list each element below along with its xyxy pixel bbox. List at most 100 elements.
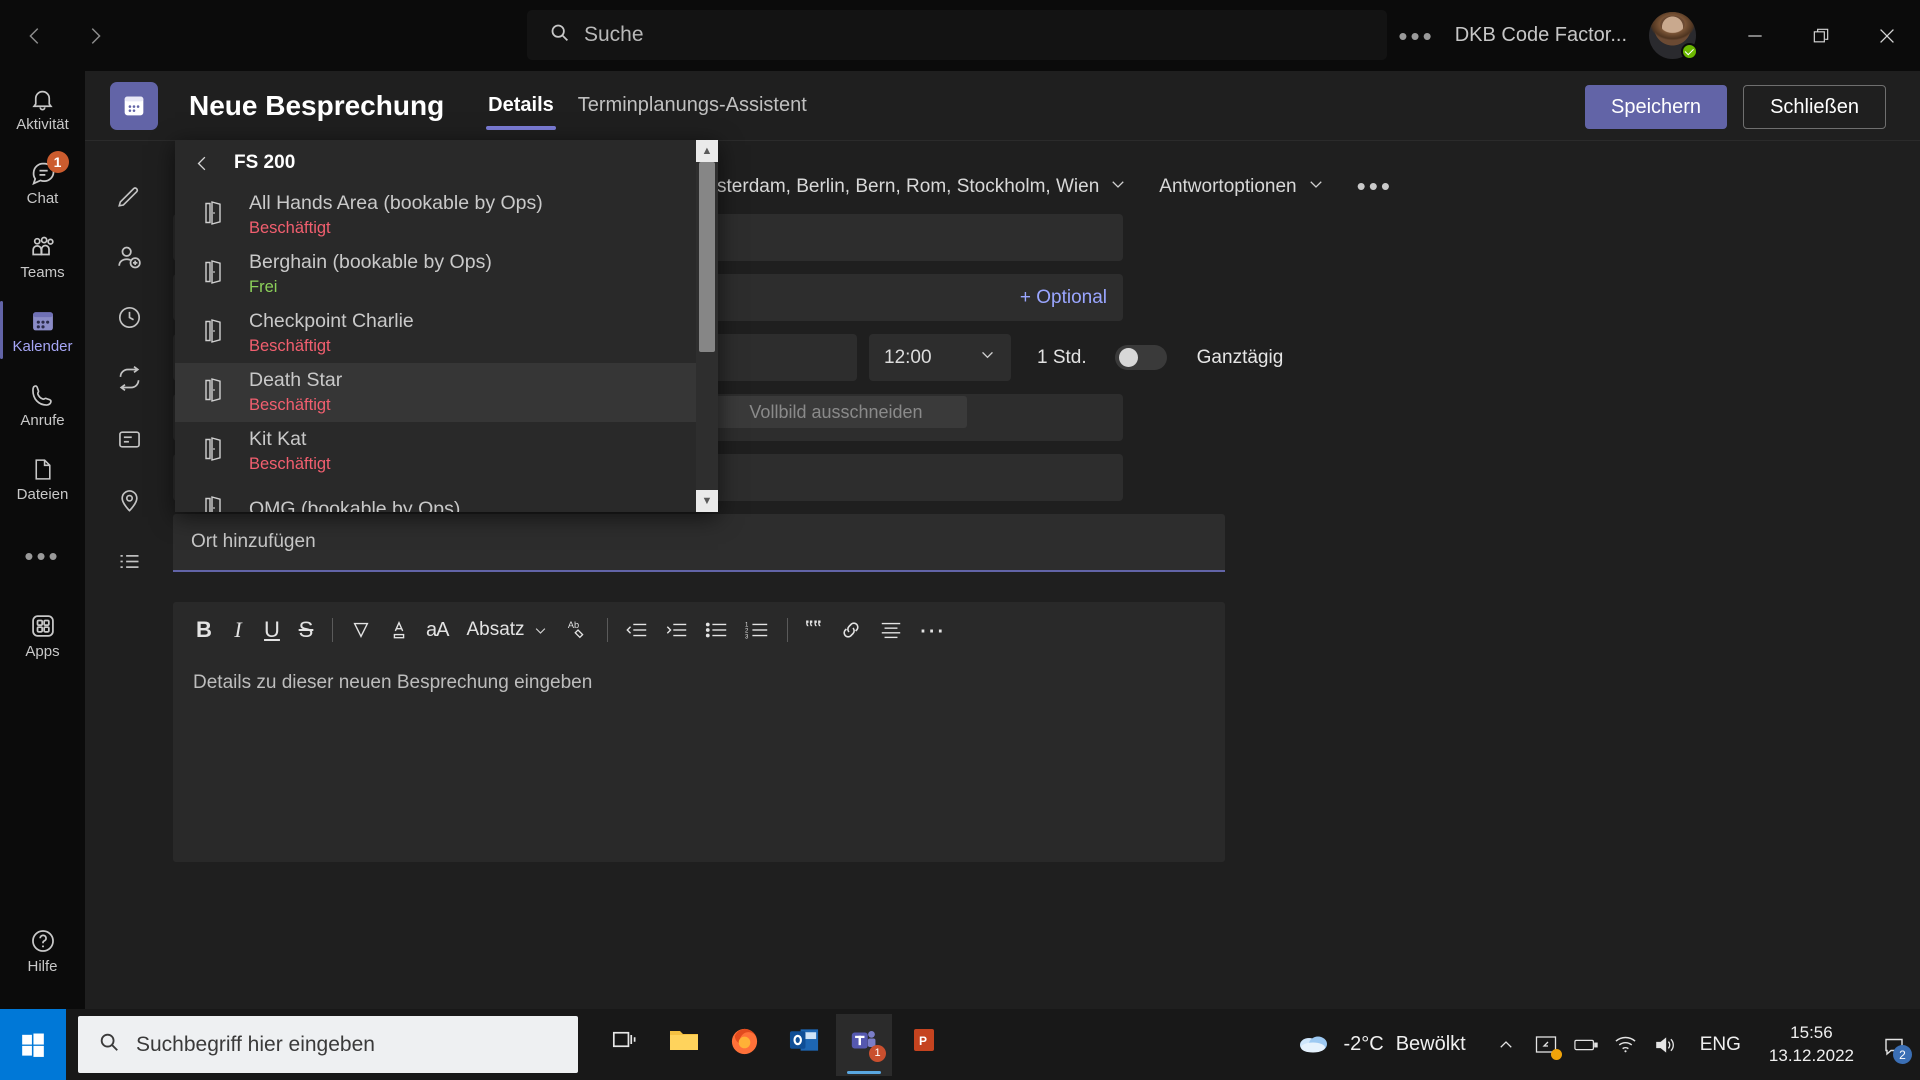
italic-button[interactable]: I: [221, 610, 255, 650]
show-hidden-icons-icon[interactable]: [1486, 1009, 1526, 1080]
description-textarea[interactable]: Details zu dieser neuen Besprechung eing…: [173, 658, 1225, 708]
taskbar-search-input[interactable]: Suchbegriff hier eingeben: [78, 1016, 578, 1073]
calendar-icon: [29, 305, 57, 335]
clock-date: 13.12.2022: [1768, 1045, 1854, 1065]
restore-button[interactable]: [1788, 0, 1854, 71]
phone-icon: [29, 379, 56, 409]
bold-button[interactable]: B: [187, 610, 221, 650]
presence-available-icon: [1681, 43, 1698, 60]
list-item[interactable]: Death Star Beschäftigt: [175, 363, 718, 422]
repeat-icon: [116, 348, 143, 409]
question-circle-icon: [29, 925, 57, 955]
list-item[interactable]: Checkpoint Charlie Beschäftigt: [175, 304, 718, 363]
allday-toggle[interactable]: [1114, 345, 1167, 370]
teams-icon: [28, 231, 58, 261]
list-item[interactable]: All Hands Area (bookable by Ops) Beschäf…: [175, 186, 718, 245]
forward-button[interactable]: [78, 19, 112, 53]
add-optional-attendees-button[interactable]: + Optional: [1020, 287, 1107, 309]
description-placeholder: Details zu dieser neuen Besprechung eing…: [193, 672, 593, 693]
bulleted-list-icon[interactable]: [697, 610, 737, 650]
sidebar-item-hilfe[interactable]: Hilfe: [0, 913, 85, 987]
end-time-select[interactable]: 12:00: [869, 334, 1011, 381]
sidebar-item-dateien[interactable]: Dateien: [0, 441, 85, 515]
powerpoint-icon[interactable]: P: [896, 1014, 952, 1076]
clock[interactable]: 15:56 13.12.2022: [1755, 1022, 1868, 1068]
titlebar-more-button[interactable]: •••: [1378, 23, 1454, 49]
wifi-icon[interactable]: [1606, 1009, 1646, 1080]
timezone-dropdown[interactable]: Amsterdam, Berlin, Bern, Rom, Stockholm,…: [673, 175, 1144, 199]
list-icon: [116, 531, 143, 592]
response-options-dropdown[interactable]: Antwortoptionen: [1143, 175, 1340, 199]
increase-indent-icon[interactable]: [657, 610, 697, 650]
onedrive-status-dot: [1550, 1049, 1562, 1060]
blockquote-icon[interactable]: ‟‟: [797, 610, 831, 650]
close-button[interactable]: [1854, 0, 1920, 71]
list-item[interactable]: Kit Kat Beschäftigt: [175, 422, 718, 481]
weather-widget[interactable]: -2°C Bewölkt: [1297, 1030, 1485, 1060]
font-color-icon[interactable]: [380, 610, 418, 650]
clear-format-icon[interactable]: Ab: [558, 610, 598, 650]
sidebar-item-anrufe[interactable]: Anrufe: [0, 367, 85, 441]
back-button[interactable]: [18, 19, 52, 53]
outlook-icon[interactable]: [776, 1014, 832, 1076]
door-icon: [201, 436, 225, 467]
avatar[interactable]: [1649, 12, 1698, 60]
meeting-header: Neue Besprechung Details Terminplanungs-…: [85, 71, 1920, 140]
font-size-icon[interactable]: aA: [418, 610, 456, 650]
add-person-icon: [115, 226, 143, 287]
scroll-down-button[interactable]: ▼: [696, 490, 718, 512]
firefox-icon[interactable]: [716, 1014, 772, 1076]
decrease-indent-icon[interactable]: [617, 610, 657, 650]
meeting-more-options-button[interactable]: •••: [1341, 171, 1409, 202]
language-indicator[interactable]: ENG: [1686, 1034, 1755, 1056]
channel-icon: [116, 409, 143, 470]
list-item[interactable]: OMG (bookable by Ops): [175, 481, 718, 512]
sidebar-item-chat[interactable]: 1 Chat: [0, 145, 85, 219]
onedrive-icon[interactable]: [1526, 1009, 1566, 1080]
door-icon: [201, 259, 225, 290]
minimize-button[interactable]: [1722, 0, 1788, 71]
sidebar-item-apps[interactable]: Apps: [0, 598, 85, 672]
titlebar-right-group: ••• DKB Code Factor...: [1378, 0, 1920, 71]
battery-icon[interactable]: [1566, 1009, 1606, 1080]
align-icon[interactable]: [871, 610, 911, 650]
sidebar-more-button[interactable]: •••: [24, 515, 60, 598]
page-title: Neue Besprechung: [189, 89, 445, 121]
room-name: All Hands Area (bookable by Ops): [249, 192, 543, 215]
volume-icon[interactable]: [1646, 1009, 1686, 1080]
sidebar-item-kalender[interactable]: Kalender: [0, 293, 85, 367]
sidebar-item-teams[interactable]: Teams: [0, 219, 85, 293]
teams-badge: 1: [869, 1044, 886, 1062]
tab-details[interactable]: Details: [476, 71, 566, 140]
highlight-icon[interactable]: [342, 610, 380, 650]
start-button[interactable]: [0, 1009, 66, 1080]
notifications-icon[interactable]: 2: [1868, 1009, 1920, 1080]
header-actions: Speichern Schließen: [1585, 85, 1886, 129]
door-icon: [201, 318, 225, 349]
room-list-scrollbar[interactable]: ▲ ▼: [696, 140, 718, 512]
search-icon: [98, 1031, 120, 1059]
response-options-label: Antwortoptionen: [1159, 175, 1297, 197]
strikethrough-button[interactable]: S: [289, 610, 323, 650]
close-meeting-button[interactable]: Schließen: [1743, 85, 1886, 129]
numbered-list-icon[interactable]: 1 2 3: [737, 610, 778, 650]
scrollbar-thumb[interactable]: [699, 162, 715, 352]
underline-button[interactable]: U: [255, 610, 289, 650]
location-input[interactable]: Ort hinzufügen: [173, 514, 1225, 572]
room-picker-header: FS 200: [175, 140, 718, 186]
paragraph-style-dropdown[interactable]: Absatz: [456, 619, 557, 641]
teams-icon[interactable]: 1: [836, 1013, 892, 1076]
link-icon[interactable]: [831, 610, 871, 650]
more-options-icon[interactable]: ⋯: [911, 610, 955, 650]
room-picker-back-button[interactable]: [193, 154, 212, 173]
organization-name[interactable]: DKB Code Factor...: [1455, 24, 1649, 47]
room-picker-dropdown: FS 200 All Hands Area (bookable by Ops) …: [175, 140, 718, 512]
sidebar-item-aktivitaet[interactable]: Aktivität: [0, 71, 85, 145]
task-view-icon[interactable]: [596, 1014, 652, 1076]
list-item[interactable]: Berghain (bookable by Ops) Frei: [175, 245, 718, 304]
save-button[interactable]: Speichern: [1585, 85, 1728, 129]
file-explorer-icon[interactable]: [656, 1014, 712, 1076]
global-search-bar[interactable]: Suche: [527, 10, 1387, 60]
scroll-up-button[interactable]: ▲: [696, 140, 718, 162]
tab-terminplanungs-assistent[interactable]: Terminplanungs-Assistent: [566, 71, 819, 140]
